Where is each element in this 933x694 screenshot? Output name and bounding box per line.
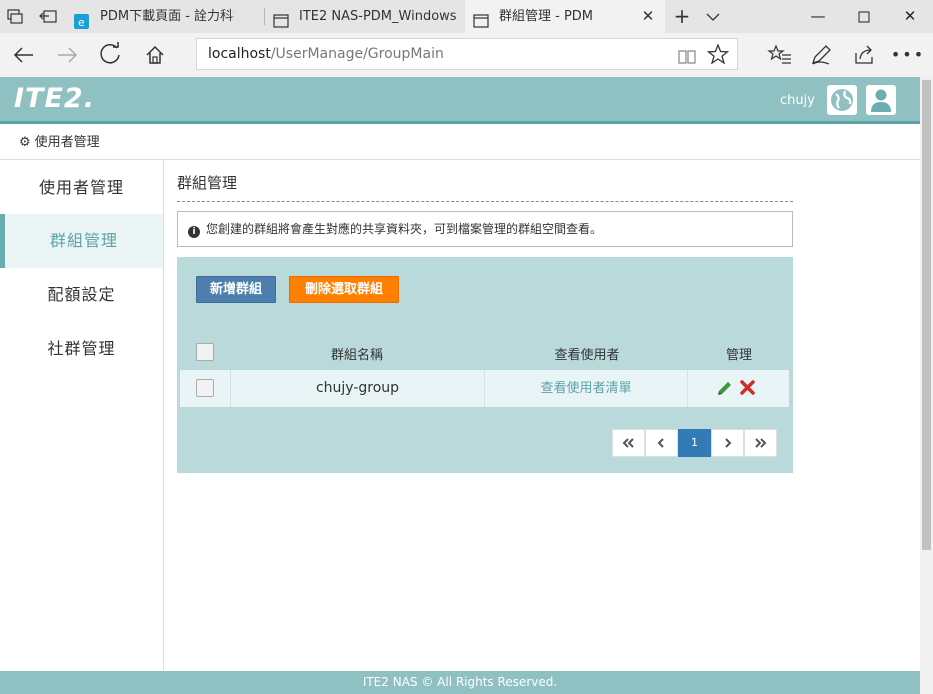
- home-button[interactable]: [133, 33, 177, 77]
- user-icon: [871, 89, 891, 112]
- row-checkbox[interactable]: [196, 379, 214, 397]
- double-chevron-left-icon: [622, 438, 634, 448]
- browser-tab-group-manage[interactable]: 群組管理 - PDM ✕: [465, 0, 665, 33]
- reading-view-icon[interactable]: [677, 46, 697, 64]
- delete-x-icon[interactable]: [740, 380, 755, 395]
- new-tab-icon[interactable]: +: [670, 0, 694, 33]
- set-tabs-aside-icon[interactable]: [38, 8, 58, 25]
- next-page-button[interactable]: [711, 429, 744, 457]
- edge-page-icon: e: [74, 9, 90, 29]
- page-icon: [273, 9, 289, 28]
- browser-tab-bar: e PDM下載頁面 - 詮力科技ITE ITE2 NAS-PDM_Windows…: [0, 0, 933, 33]
- maximize-button[interactable]: [841, 0, 887, 33]
- tab-label: ITE2 NAS-PDM_Windows 1(: [299, 9, 461, 24]
- tab-label: PDM下載頁面 - 詮力科技ITE: [100, 9, 234, 24]
- last-page-button[interactable]: [744, 429, 777, 457]
- close-window-button[interactable]: ✕: [887, 0, 933, 33]
- app-header: ITE2. chujy: [0, 77, 933, 124]
- more-menu-icon[interactable]: •••: [886, 33, 930, 77]
- column-header-view-users: 查看使用者: [554, 348, 620, 363]
- page-icon: [473, 9, 489, 28]
- sidebar-item-quota-settings[interactable]: 配額設定: [0, 268, 163, 322]
- chevron-left-icon: [657, 438, 664, 448]
- delete-selected-groups-button[interactable]: 刪除選取群組: [289, 276, 399, 303]
- favorite-star-icon[interactable]: [706, 43, 730, 65]
- tab-actions-icon[interactable]: [6, 8, 24, 25]
- language-globe-button[interactable]: [827, 85, 857, 115]
- chevron-right-icon: [725, 438, 732, 448]
- refresh-button[interactable]: [89, 33, 133, 77]
- username[interactable]: chujy: [780, 93, 815, 108]
- tab-label: 群組管理 - PDM: [499, 9, 594, 24]
- select-all-checkbox[interactable]: [196, 343, 214, 361]
- browser-tab-ite2-nas[interactable]: ITE2 NAS-PDM_Windows 1(: [265, 0, 465, 33]
- column-header-manage: 管理: [725, 348, 752, 363]
- favorites-hub-icon[interactable]: [757, 33, 801, 77]
- double-chevron-right-icon: [755, 438, 767, 448]
- group-name-cell: chujy-group: [315, 380, 400, 396]
- sidebar-item-user-manage[interactable]: 使用者管理: [0, 161, 163, 215]
- ite2-logo[interactable]: ITE2.: [14, 83, 95, 114]
- sidebar-item-group-manage[interactable]: 群組管理: [0, 214, 163, 268]
- cell-divider: [687, 370, 688, 407]
- scrollbar-thumb[interactable]: [922, 80, 931, 550]
- info-text: 您創建的群組將會產生對應的共享資料夾，可到檔案管理的群組空間查看。: [206, 222, 603, 236]
- sidebar-item-community-manage[interactable]: 社群管理: [0, 322, 163, 376]
- forward-button[interactable]: [45, 33, 89, 77]
- sidebar: 使用者管理 群組管理 配額設定 社群管理: [0, 160, 164, 670]
- share-icon[interactable]: [842, 33, 886, 77]
- globe-icon: [831, 89, 853, 111]
- group-panel: 新增群組 刪除選取群組 群組名稱 查看使用者 管理 chujy-group 查看…: [177, 257, 793, 473]
- chevron-down-icon[interactable]: [700, 0, 726, 33]
- browser-tab-pdm-download[interactable]: e PDM下載頁面 - 詮力科技ITE: [66, 0, 264, 33]
- info-alert: i 您創建的群組將會產生對應的共享資料夾，可到檔案管理的群組空間查看。: [177, 211, 793, 247]
- footer: ITE2 NAS © All Rights Reserved.: [0, 671, 920, 694]
- close-tab-icon[interactable]: ✕: [637, 0, 659, 33]
- info-icon: i: [188, 226, 200, 238]
- previous-page-button[interactable]: [645, 429, 678, 457]
- column-header-group-name: 群組名稱: [330, 348, 383, 363]
- user-profile-button[interactable]: [866, 85, 896, 115]
- url-path: /UserManage/GroupMain: [270, 46, 444, 62]
- first-page-button[interactable]: [612, 429, 645, 457]
- page-button-current[interactable]: 1: [678, 429, 711, 457]
- breadcrumb: ⚙ 使用者管理: [0, 127, 920, 160]
- add-group-button[interactable]: 新增群組: [196, 276, 276, 303]
- table-row: chujy-group 查看使用者清單: [180, 370, 789, 407]
- edit-pencil-icon[interactable]: [716, 380, 733, 397]
- browser-address-bar: localhost/UserManage/GroupMain •••: [0, 33, 933, 77]
- svg-text:e: e: [78, 16, 85, 29]
- minimize-button[interactable]: —: [795, 0, 841, 33]
- breadcrumb-label[interactable]: 使用者管理: [35, 135, 100, 150]
- gear-icon: ⚙: [19, 135, 31, 150]
- view-user-list-link[interactable]: 查看使用者清單: [485, 370, 687, 407]
- page-title: 群組管理: [177, 172, 793, 202]
- back-button[interactable]: [2, 33, 46, 77]
- web-notes-icon[interactable]: [799, 33, 843, 77]
- url-input[interactable]: localhost/UserManage/GroupMain: [196, 38, 738, 70]
- url-host: localhost: [208, 46, 271, 62]
